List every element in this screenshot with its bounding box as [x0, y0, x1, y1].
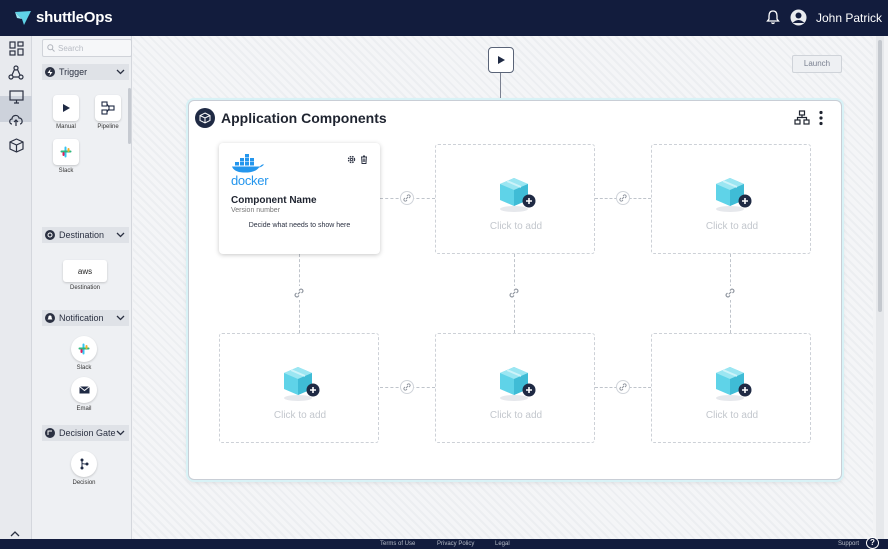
- legal-link[interactable]: Legal: [495, 541, 510, 547]
- user-name[interactable]: John Patrick: [816, 11, 882, 25]
- help-icon[interactable]: ?: [866, 537, 879, 549]
- palette-item-decision[interactable]: Decision: [64, 451, 104, 486]
- click-to-add-label: Click to add: [705, 410, 759, 421]
- section-notification[interactable]: Notification: [42, 310, 129, 326]
- top-bar: shuttleOps John Patrick: [0, 0, 888, 36]
- search-input[interactable]: [58, 43, 128, 53]
- page-title: Application Components: [221, 110, 387, 126]
- link-icon[interactable]: [616, 191, 630, 205]
- link-icon[interactable]: [400, 191, 414, 205]
- terms-link[interactable]: Terms of Use: [380, 541, 415, 547]
- add-component-cube-icon: [284, 367, 320, 401]
- support-link[interactable]: Support: [838, 541, 859, 547]
- cube-icon: [195, 108, 215, 128]
- user-avatar-icon[interactable]: [790, 9, 807, 31]
- link-icon[interactable]: [723, 286, 737, 300]
- monitor-icon[interactable]: [6, 86, 26, 106]
- palette-scrollbar[interactable]: [128, 88, 131, 144]
- search-icon: [47, 44, 55, 52]
- dashboard-icon[interactable]: [6, 38, 26, 58]
- connector-line: [500, 73, 501, 100]
- click-to-add-label: Click to add: [705, 221, 759, 232]
- palette-item-email[interactable]: Email: [64, 377, 104, 412]
- docker-wordmark: docker: [231, 173, 269, 188]
- section-destination[interactable]: Destination: [42, 227, 129, 243]
- component-description: Decide what needs to show here: [248, 222, 351, 229]
- empty-component-slot[interactable]: Click to add: [651, 144, 811, 254]
- footer: Terms of Use Privacy Policy Legal Suppor…: [0, 539, 888, 549]
- cloud-upload-icon[interactable]: [6, 110, 26, 130]
- section-trigger[interactable]: Trigger: [42, 64, 129, 80]
- nav-rail: [0, 36, 32, 539]
- empty-component-slot[interactable]: Click to add: [435, 144, 595, 254]
- link-icon[interactable]: [616, 380, 630, 394]
- empty-component-slot[interactable]: Click to add: [651, 333, 811, 443]
- bell-icon: [45, 313, 55, 323]
- trigger-node[interactable]: [488, 47, 514, 73]
- component-version: Version number: [231, 207, 281, 214]
- pipeline-icon: [101, 101, 115, 115]
- section-title: Notification: [59, 313, 104, 323]
- launch-button[interactable]: Launch: [792, 55, 842, 73]
- branch-icon: [80, 458, 89, 470]
- click-to-add-label: Click to add: [489, 410, 543, 421]
- palette-item-manual[interactable]: Manual: [46, 95, 86, 130]
- palette-item-slack-trigger[interactable]: Slack: [46, 139, 86, 174]
- play-icon: [497, 56, 505, 64]
- click-to-add-label: Click to add: [489, 221, 543, 232]
- gate-icon: [45, 428, 55, 438]
- link-icon[interactable]: [400, 380, 414, 394]
- link-icon[interactable]: [507, 286, 521, 300]
- chevron-down-icon[interactable]: [116, 428, 125, 437]
- component-palette: Trigger Manual Pipeline Slack Destinatio…: [32, 36, 132, 539]
- palette-item-slack-notification[interactable]: Slack: [64, 336, 104, 371]
- link-icon[interactable]: [292, 286, 306, 300]
- logo[interactable]: shuttleOps: [14, 9, 113, 26]
- canvas-scrollbar-thumb[interactable]: [878, 40, 882, 312]
- section-decision-gate[interactable]: Decision Gate: [42, 425, 129, 441]
- trash-icon[interactable]: [360, 151, 368, 169]
- apps-icon[interactable]: [6, 63, 26, 83]
- palette-search[interactable]: [42, 39, 132, 57]
- component-card-docker[interactable]: docker Component Name Version number Dec…: [219, 143, 380, 254]
- gear-icon[interactable]: [347, 151, 356, 169]
- add-component-cube-icon: [716, 367, 752, 401]
- shuttle-logo-icon: [15, 10, 31, 25]
- section-title: Decision Gate: [59, 428, 116, 438]
- aws-logo: aws: [63, 260, 107, 282]
- bolt-icon: [45, 67, 55, 77]
- section-title: Destination: [59, 230, 105, 240]
- empty-component-slot[interactable]: Click to add: [219, 333, 379, 443]
- chevron-down-icon[interactable]: [116, 67, 125, 76]
- component-name: Component Name: [231, 195, 317, 206]
- docker-logo-icon: [232, 154, 264, 173]
- add-component-cube-icon: [500, 367, 536, 401]
- play-icon: [62, 104, 70, 112]
- hierarchy-icon[interactable]: [794, 110, 810, 130]
- add-component-cube-icon: [716, 178, 752, 212]
- empty-component-slot[interactable]: Click to add: [435, 333, 595, 443]
- notifications-bell-icon[interactable]: [766, 10, 780, 30]
- section-title: Trigger: [59, 67, 88, 77]
- target-icon: [45, 230, 55, 240]
- envelope-icon: [78, 386, 90, 394]
- chevron-down-icon[interactable]: [116, 313, 125, 322]
- add-component-cube-icon: [500, 178, 536, 212]
- box-icon[interactable]: [6, 135, 26, 155]
- slack-icon: [78, 343, 90, 355]
- brand-name: shuttleOps: [36, 9, 113, 26]
- slack-icon: [60, 146, 72, 158]
- palette-item-aws-destination[interactable]: aws Destination: [62, 260, 108, 291]
- click-to-add-label: Click to add: [273, 410, 327, 421]
- palette-item-pipeline[interactable]: Pipeline: [88, 95, 128, 130]
- more-options-icon[interactable]: [818, 110, 824, 131]
- privacy-link[interactable]: Privacy Policy: [437, 541, 474, 547]
- chevron-down-icon[interactable]: [116, 230, 125, 239]
